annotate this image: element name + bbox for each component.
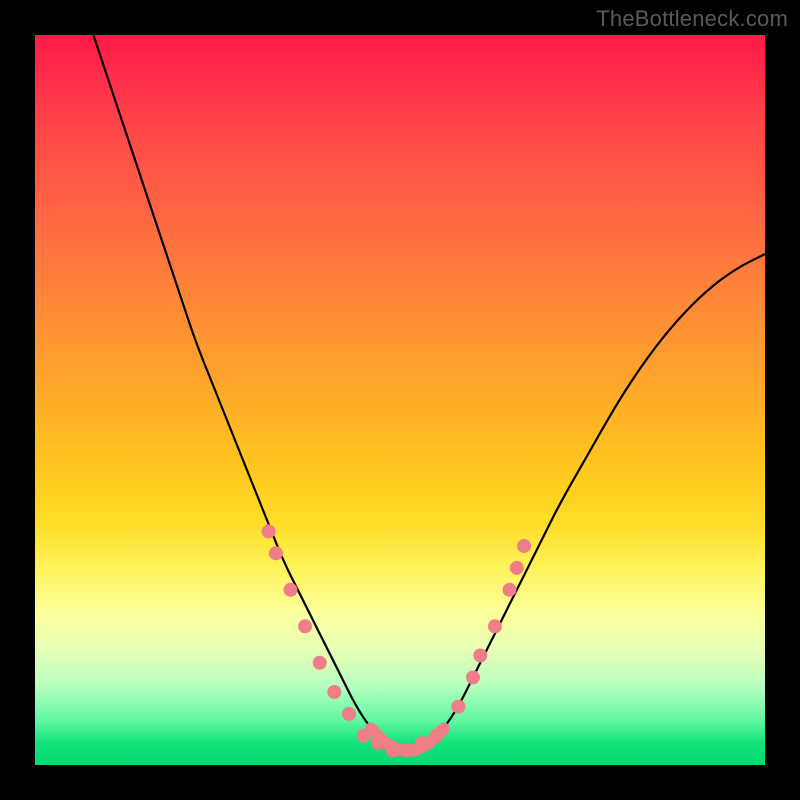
curve-marker — [357, 729, 371, 743]
curve-marker — [488, 619, 502, 633]
curve-marker — [430, 729, 444, 743]
curve-marker — [262, 524, 276, 538]
curve-marker — [298, 619, 312, 633]
curve-marker — [517, 539, 531, 553]
curve-marker — [415, 736, 429, 750]
curve-marker — [342, 707, 356, 721]
curve-marker — [451, 700, 465, 714]
curve-marker — [400, 743, 414, 757]
bottleneck-curve — [93, 35, 765, 750]
plot-area — [35, 35, 765, 765]
curve-marker — [503, 583, 517, 597]
curve-marker — [371, 736, 385, 750]
curve-marker — [327, 685, 341, 699]
curve-path — [93, 35, 765, 750]
curve-marker — [473, 649, 487, 663]
chart-frame: TheBottleneck.com — [0, 0, 800, 800]
curve-marker — [386, 743, 400, 757]
curve-marker — [510, 561, 524, 575]
curve-marker — [466, 670, 480, 684]
curve-marker — [269, 546, 283, 560]
watermark-label: TheBottleneck.com — [596, 6, 788, 32]
chart-svg — [35, 35, 765, 765]
curve-marker — [313, 656, 327, 670]
curve-marker — [284, 583, 298, 597]
